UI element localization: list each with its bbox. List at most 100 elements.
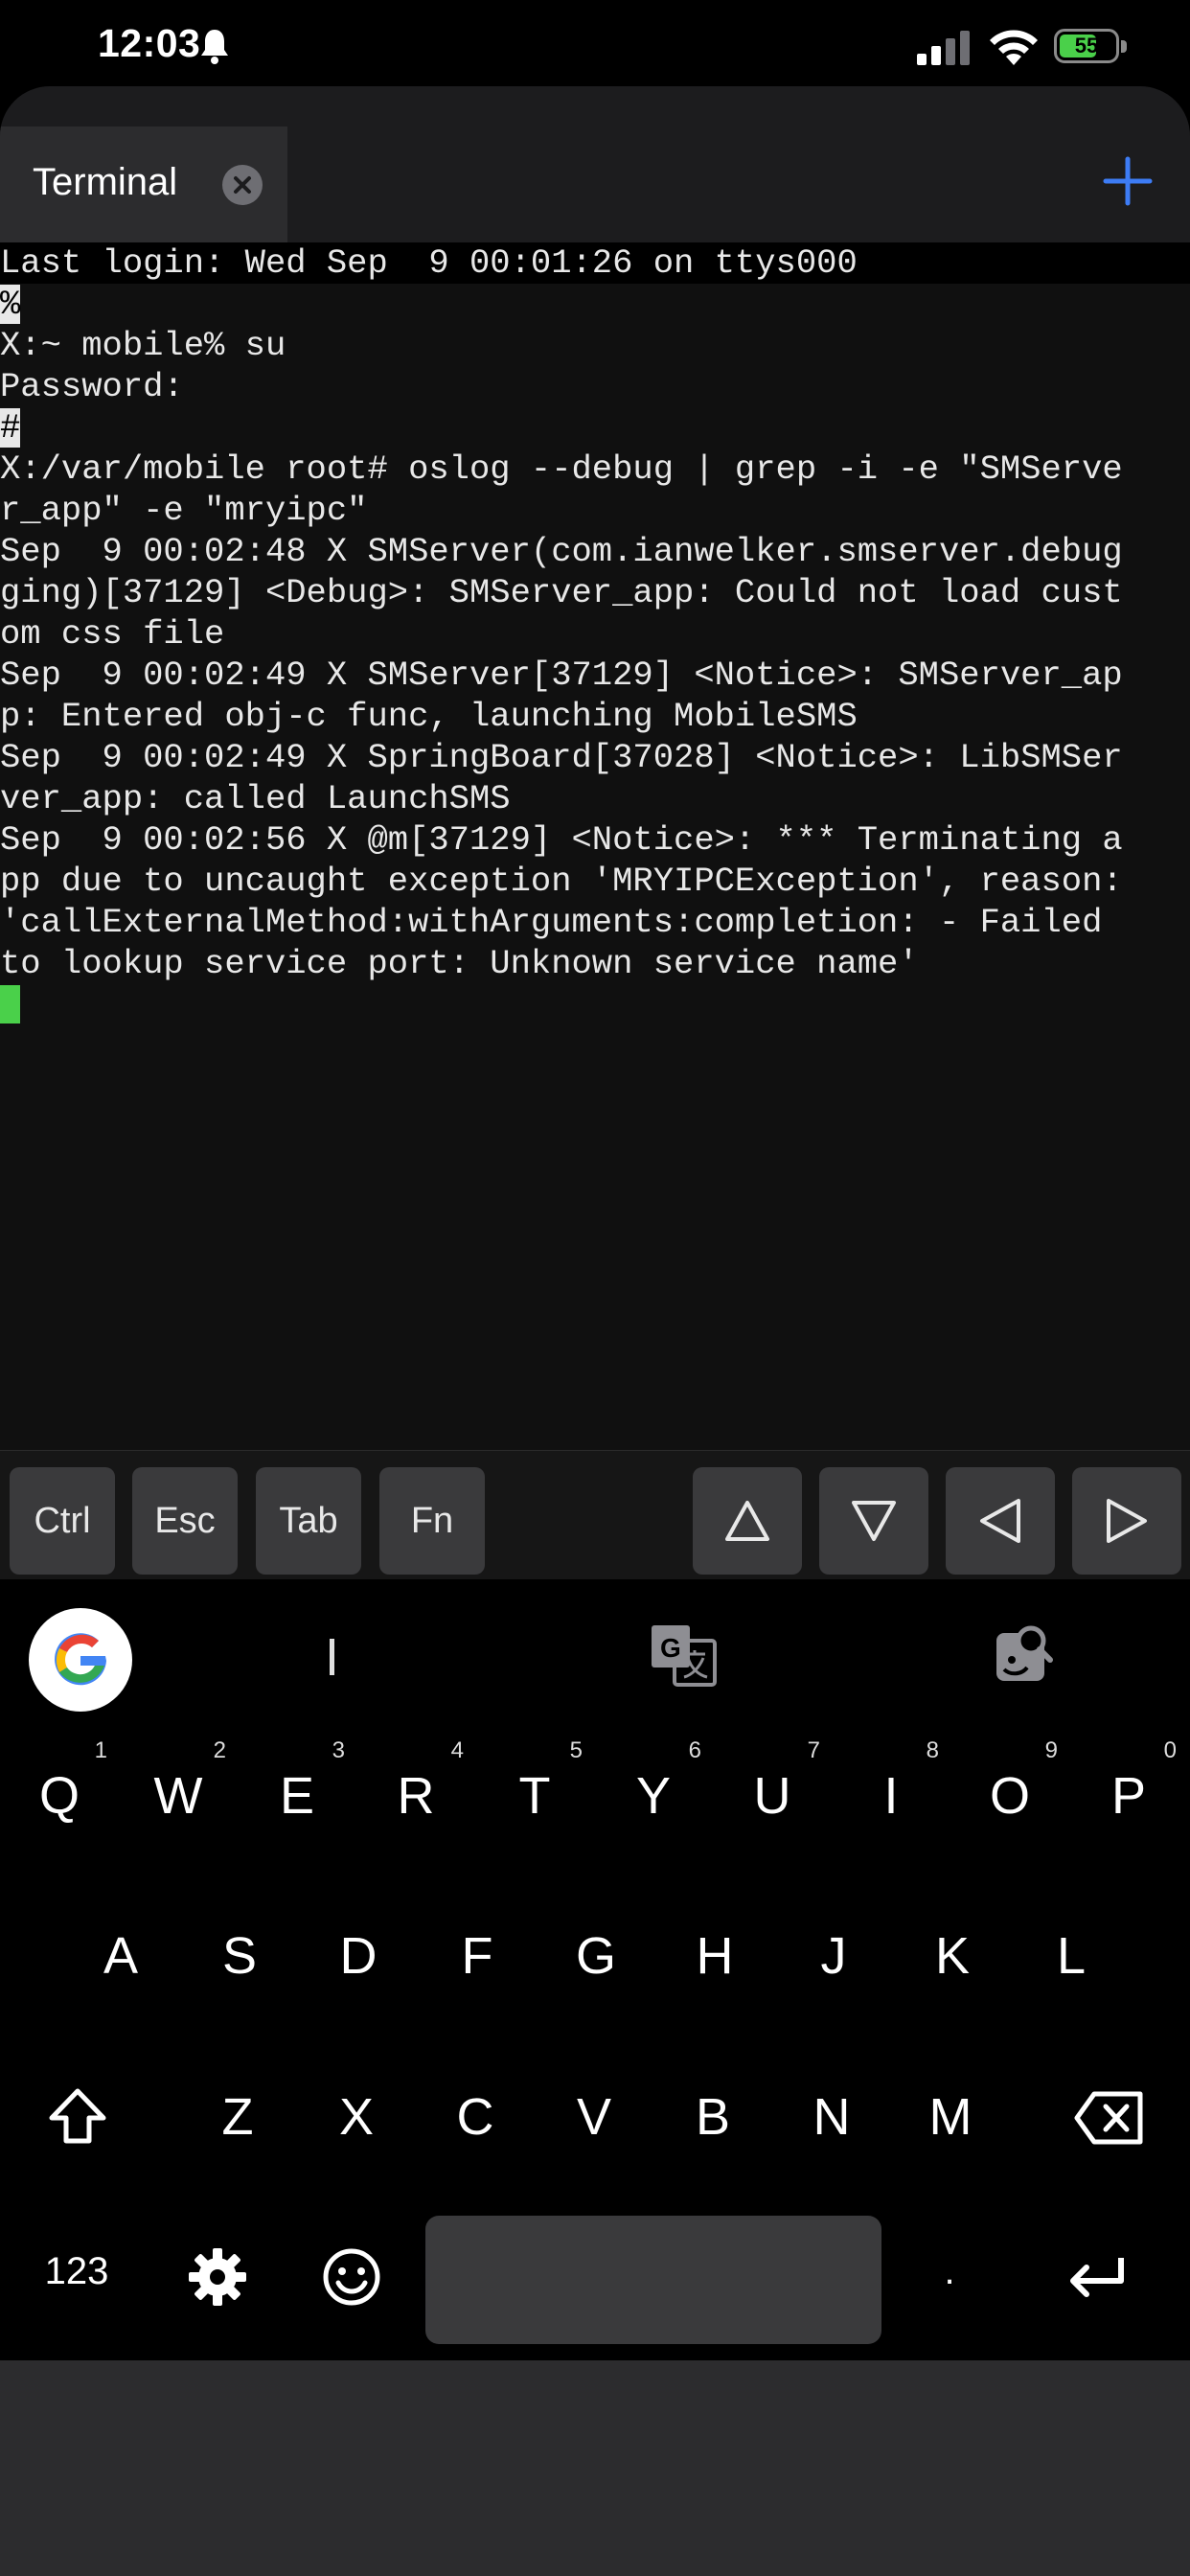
arrow-up-key[interactable] (693, 1467, 802, 1575)
period-key[interactable]: . (902, 2250, 997, 2293)
terminal-key-bar: Ctrl Esc Tab Fn (0, 1450, 1190, 1580)
arrow-left-icon (980, 1499, 1020, 1543)
status-time: 12:03 (98, 21, 201, 65)
tab-bar: Terminal (0, 86, 1190, 242)
key-k[interactable]: K (904, 1926, 1000, 1986)
key-hint: 7 (807, 1737, 820, 1763)
terminal-line: Last login: Wed Sep 9 00:01:26 on ttys00… (0, 242, 1190, 284)
enter-icon[interactable] (1065, 2252, 1129, 2304)
arrow-left-key[interactable] (946, 1467, 1055, 1575)
key-w[interactable]: W2 (130, 1737, 226, 1826)
key-label: W (153, 1767, 203, 1825)
key-u[interactable]: U7 (724, 1737, 821, 1826)
key-j[interactable]: J (786, 1926, 881, 1986)
terminal-line-wrapper: # (0, 407, 21, 448)
bell-icon (201, 30, 228, 64)
terminal-line: om css file (0, 614, 225, 654)
space-bar[interactable] (425, 2216, 881, 2344)
tab-label: Terminal (33, 161, 178, 203)
key-label: I (883, 1767, 899, 1825)
key-hint: 3 (332, 1737, 345, 1763)
terminal-output[interactable]: Last login: Wed Sep 9 00:01:26 on ttys00… (0, 242, 1190, 1536)
key-b[interactable]: B (665, 2087, 761, 2147)
terminal-line: Sep 9 00:02:48 X SMServer(com.ianwelker.… (0, 532, 1123, 571)
gboard-keyboard: G Q1 W2 E3 R4 T5 Y6 U7 I8 O9 P0 A S D F … (0, 1579, 1190, 2360)
key-q[interactable]: Q1 (11, 1737, 107, 1826)
terminal-line: ver_app: called LaunchSMS (0, 779, 511, 818)
key-n[interactable]: N (784, 2087, 880, 2147)
terminal-app: Terminal Last login: Wed Sep 9 00:01:26 … (0, 86, 1190, 1581)
terminal-cursor (0, 985, 20, 1024)
backspace-icon[interactable] (1073, 2089, 1146, 2147)
terminal-line: pp due to uncaught exception 'MRYIPCExce… (0, 862, 1123, 901)
fn-key[interactable]: Fn (379, 1467, 485, 1575)
plus-icon[interactable] (1102, 155, 1154, 207)
key-l[interactable]: L (1023, 1926, 1119, 1986)
key-f[interactable]: F (429, 1926, 525, 1986)
numbers-key[interactable]: 123 (29, 2250, 125, 2293)
key-label: P (1110, 1767, 1147, 1825)
key-t[interactable]: T5 (487, 1737, 584, 1826)
ctrl-key[interactable]: Ctrl (10, 1467, 115, 1575)
key-c[interactable]: C (427, 2087, 523, 2147)
key-x[interactable]: X (309, 2087, 404, 2147)
terminal-line: X:~ mobile% su (0, 326, 286, 365)
key-g[interactable]: G (548, 1926, 644, 1986)
arrow-up-icon (725, 1501, 769, 1541)
translate-icon[interactable]: G (648, 1620, 719, 1690)
key-hint: 4 (450, 1737, 464, 1763)
terminal-line: Sep 9 00:02:56 X @m[37129] <Notice>: ***… (0, 820, 1123, 860)
key-hint: 6 (688, 1737, 701, 1763)
shift-icon[interactable] (46, 2085, 109, 2149)
close-icon[interactable] (222, 165, 263, 205)
key-label: E (279, 1767, 315, 1825)
arrow-down-key[interactable] (819, 1467, 928, 1575)
key-p[interactable]: P0 (1081, 1737, 1177, 1826)
key-v[interactable]: V (546, 2087, 642, 2147)
key-label: T (518, 1767, 551, 1825)
key-hint: 5 (569, 1737, 583, 1763)
terminal-line: to lookup service port: Unknown service … (0, 944, 919, 983)
settings-gear-icon[interactable] (187, 2246, 248, 2308)
home-indicator-area (0, 2360, 1190, 2576)
wifi-icon (990, 30, 1038, 65)
suggestion-text-cursor (330, 1639, 334, 1675)
key-z[interactable]: Z (190, 2087, 286, 2147)
tab-key[interactable]: Tab (256, 1467, 361, 1575)
arrow-right-key[interactable] (1072, 1467, 1181, 1575)
cellular-signal-icon (917, 31, 970, 65)
key-hint: 9 (1044, 1737, 1058, 1763)
lens-search-icon[interactable] (989, 1620, 1060, 1690)
key-e[interactable]: E3 (249, 1737, 345, 1826)
key-label: U (753, 1767, 791, 1825)
emoji-icon[interactable] (321, 2246, 382, 2308)
battery-icon: 55 (1054, 29, 1129, 65)
key-label: Q (38, 1767, 80, 1825)
google-logo-icon[interactable] (29, 1608, 132, 1712)
key-i[interactable]: I8 (843, 1737, 939, 1826)
key-a[interactable]: A (73, 1926, 169, 1986)
terminal-line: X:/var/mobile root# oslog --debug | grep… (0, 449, 1123, 489)
suggestion-strip: G (0, 1579, 1190, 1723)
terminal-line: p: Entered obj-c func, launching MobileS… (0, 697, 858, 736)
key-s[interactable]: S (192, 1926, 287, 1986)
key-h[interactable]: H (667, 1926, 763, 1986)
terminal-line: 'callExternalMethod:withArguments:comple… (0, 903, 1103, 942)
key-hint: 1 (94, 1737, 107, 1763)
battery-percent: 55 (1074, 34, 1099, 58)
key-label: Y (635, 1767, 672, 1825)
key-r[interactable]: R4 (368, 1737, 465, 1826)
svg-text:G: G (660, 1633, 681, 1663)
key-m[interactable]: M (903, 2087, 998, 2147)
arrow-down-icon (852, 1501, 896, 1541)
key-o[interactable]: O9 (962, 1737, 1058, 1826)
tab-terminal[interactable]: Terminal (0, 126, 287, 242)
terminal-line: % (0, 285, 21, 324)
key-hint: 0 (1163, 1737, 1177, 1763)
esc-key[interactable]: Esc (132, 1467, 238, 1575)
terminal-line: Password: (0, 367, 184, 406)
terminal-line: r_app" -e "mryipc" (0, 491, 368, 530)
key-label: O (989, 1767, 1030, 1825)
key-d[interactable]: D (310, 1926, 406, 1986)
key-y[interactable]: Y6 (606, 1737, 701, 1826)
